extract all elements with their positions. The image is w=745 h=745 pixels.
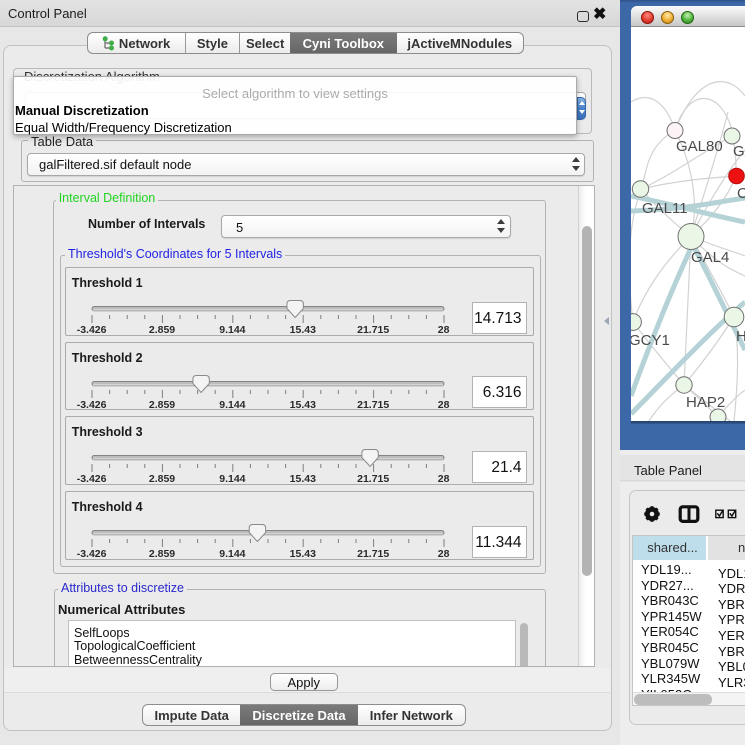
svg-text:HAP2: HAP2: [686, 394, 725, 411]
svg-text:H: H: [736, 328, 745, 345]
svg-text:CD: CD: [737, 185, 745, 202]
svg-text:GAL80: GAL80: [676, 138, 723, 155]
svg-text:GAL11: GAL11: [642, 200, 688, 217]
svg-text:GAL6: GAL6: [733, 143, 745, 160]
svg-text:GAL4: GAL4: [691, 249, 729, 266]
svg-text:GCY1: GCY1: [631, 332, 670, 349]
